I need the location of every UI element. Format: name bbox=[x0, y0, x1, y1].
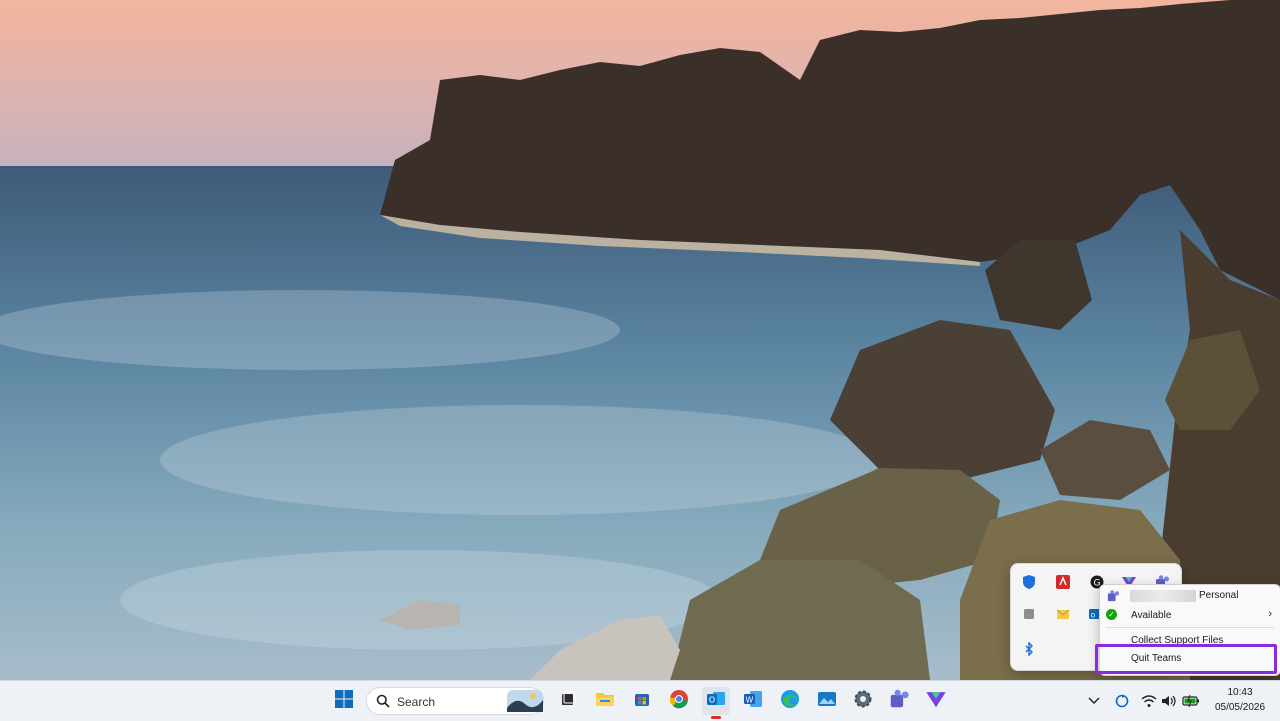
word-button[interactable]: W bbox=[739, 687, 767, 715]
clock-time: 10:43 bbox=[1227, 687, 1253, 698]
file-explorer-button[interactable] bbox=[591, 687, 619, 715]
available-status-icon: ✓ bbox=[1106, 609, 1117, 620]
bluetooth-icon[interactable] bbox=[1021, 641, 1037, 657]
edge-icon bbox=[780, 689, 800, 714]
taskbar-search-box[interactable]: Search bbox=[366, 687, 544, 715]
vpn-icon bbox=[925, 689, 947, 714]
outlook-button[interactable]: O bbox=[702, 687, 730, 719]
menu-separator bbox=[1106, 627, 1274, 628]
edge-button[interactable] bbox=[776, 687, 804, 715]
battery-charging-icon[interactable] bbox=[1182, 694, 1200, 713]
task-view-button[interactable] bbox=[554, 687, 582, 715]
acrobat-icon[interactable] bbox=[1055, 574, 1071, 590]
stop-icon[interactable] bbox=[1021, 606, 1037, 622]
store-icon bbox=[633, 690, 651, 713]
active-app-indicator bbox=[711, 716, 721, 719]
wifi-icon[interactable] bbox=[1141, 694, 1157, 713]
chevron-right-icon: › bbox=[1268, 608, 1272, 620]
status-label: Available bbox=[1131, 610, 1172, 621]
search-placeholder: Search bbox=[397, 695, 436, 709]
svg-text:O: O bbox=[709, 695, 715, 704]
search-icon bbox=[376, 694, 390, 713]
file-explorer-icon bbox=[595, 690, 615, 713]
volume-icon[interactable] bbox=[1161, 694, 1177, 713]
start-button[interactable] bbox=[330, 687, 358, 715]
svg-text:W: W bbox=[746, 695, 754, 704]
vpn-button[interactable] bbox=[922, 687, 950, 715]
taskbar: Search O W 10:43 05/05/2026 bbox=[0, 680, 1280, 721]
account-type-label: Personal bbox=[1199, 590, 1239, 601]
chrome-icon bbox=[669, 689, 689, 714]
chrome-button[interactable] bbox=[665, 687, 693, 715]
start-icon bbox=[334, 689, 354, 714]
photos-icon bbox=[817, 690, 837, 713]
task-view-icon bbox=[559, 690, 577, 713]
status-row[interactable]: ✓ Available › bbox=[1100, 606, 1280, 624]
chevron-down-icon bbox=[1088, 692, 1100, 710]
show-hidden-icons-button[interactable] bbox=[1082, 687, 1106, 715]
account-name-redacted bbox=[1130, 590, 1196, 602]
sync-icon[interactable] bbox=[1115, 694, 1129, 713]
account-row[interactable]: Personal bbox=[1100, 587, 1280, 605]
search-highlight-image bbox=[507, 690, 543, 717]
clock-date: 05/05/2026 bbox=[1214, 702, 1266, 713]
taskbar-clock[interactable]: 10:43 05/05/2026 bbox=[1208, 685, 1272, 715]
teams-icon bbox=[888, 689, 910, 714]
quit-teams-highlight bbox=[1095, 644, 1277, 674]
settings-button[interactable] bbox=[849, 687, 877, 715]
svg-text:o: o bbox=[1091, 611, 1096, 620]
defender-icon[interactable] bbox=[1021, 574, 1037, 590]
teams-button[interactable] bbox=[885, 687, 913, 715]
gear-icon bbox=[853, 689, 873, 714]
word-icon: W bbox=[743, 689, 763, 714]
photos-button[interactable] bbox=[813, 687, 841, 715]
mail-icon[interactable] bbox=[1055, 606, 1071, 622]
store-button[interactable] bbox=[628, 687, 656, 715]
teams-icon bbox=[1106, 590, 1120, 605]
outlook-icon: O bbox=[705, 689, 727, 714]
